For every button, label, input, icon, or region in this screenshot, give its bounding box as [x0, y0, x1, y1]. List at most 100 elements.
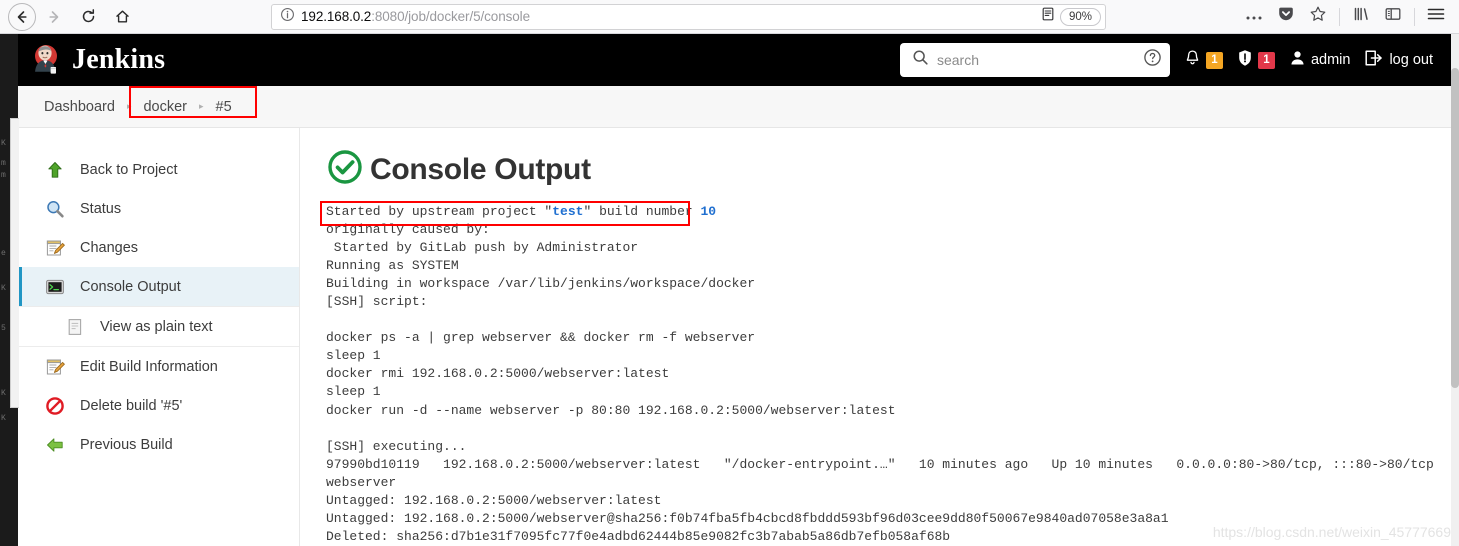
log-middle: " build number	[583, 204, 701, 219]
background-window-edge	[10, 118, 19, 408]
sidebar-item-label: Console Output	[80, 278, 181, 295]
url-text[interactable]: 192.168.0.2:8080/job/docker/5/console	[301, 9, 1034, 24]
browser-right-actions	[1239, 3, 1459, 31]
pocket-button[interactable]	[1271, 3, 1301, 31]
sidebar-item-edit-build-information[interactable]: Edit Build Information	[18, 347, 299, 386]
sidebar-item-previous-build[interactable]: Previous Build	[18, 425, 299, 464]
log-line: Started by GitLab push by Administrator	[326, 240, 639, 256]
log-line: docker ps -a | grep webserver && docker …	[326, 330, 756, 346]
notifications-button[interactable]: 1	[1184, 49, 1223, 72]
logout-label: log out	[1389, 52, 1433, 68]
ellipsis-menu-button[interactable]	[1239, 3, 1269, 31]
log-line: Building in workspace /var/lib/jenkins/w…	[326, 276, 756, 292]
url-path: :8080/job/docker/5/console	[371, 9, 530, 24]
log-prefix: Started by upstream project "	[326, 204, 553, 219]
hamburger-menu-icon	[1426, 6, 1446, 27]
breadcrumb-item-build[interactable]: #5	[216, 99, 232, 115]
bookmark-button[interactable]	[1303, 3, 1333, 31]
navigation-buttons	[0, 2, 138, 32]
sidebar-item-console-output[interactable]: Console Output	[18, 267, 299, 306]
home-button[interactable]	[106, 2, 138, 32]
sidebar: Back to Project Status Changes Console O…	[18, 128, 300, 546]
page-scrollbar-track[interactable]	[1451, 34, 1459, 546]
reload-icon	[80, 8, 97, 25]
logout-arrow-icon	[1364, 49, 1384, 72]
page-title: Console Output	[326, 148, 1451, 191]
log-line: Deleted: sha256:d7b1e31f7095fc77f0e4adbd…	[326, 528, 951, 544]
breadcrumb-separator-icon-2: ▸	[199, 101, 204, 111]
forward-button[interactable]	[38, 2, 70, 32]
log-line: sleep 1	[326, 384, 381, 400]
person-icon	[1289, 49, 1306, 72]
library-icon	[1352, 5, 1370, 28]
sidebar-toggle-icon	[1384, 5, 1402, 28]
search-icon	[912, 49, 929, 71]
jenkins-header: Jenkins search 1 1 admin log out	[18, 34, 1451, 86]
log-line: Untagged: 192.168.0.2:5000/webserver@sha…	[326, 510, 1169, 526]
log-line: [SSH] executing...	[326, 438, 467, 454]
console-output-log[interactable]: Started by upstream project "test" build…	[320, 201, 1451, 546]
document-icon	[64, 316, 86, 338]
page-scrollbar-thumb[interactable]	[1451, 68, 1459, 388]
sidebar-item-label: Changes	[80, 239, 139, 256]
breadcrumb-bar: Dashboard ▸ docker ▸ #5	[18, 85, 1451, 128]
upstream-project-link[interactable]: test	[552, 204, 583, 219]
sidebar-item-label: Edit Build Information	[80, 358, 218, 375]
reload-button[interactable]	[72, 2, 104, 32]
app-menu-button[interactable]	[1421, 3, 1451, 31]
sidebar-item-back-to-project[interactable]: Back to Project	[18, 150, 299, 189]
upstream-build-number-link[interactable]: 10	[701, 204, 717, 219]
delete-forbidden-icon	[44, 395, 66, 417]
breadcrumb-item-dashboard[interactable]: Dashboard	[44, 99, 115, 115]
log-line: Untagged: 192.168.0.2:5000/webserver:lat…	[326, 492, 662, 508]
zoom-level-button[interactable]: 90%	[1059, 7, 1101, 26]
urlbar-actions: 90%	[1040, 6, 1101, 27]
up-arrow-icon	[44, 159, 66, 181]
magnifier-icon	[44, 198, 66, 220]
library-button[interactable]	[1346, 3, 1376, 31]
home-icon	[114, 8, 131, 25]
breadcrumb-item-docker[interactable]: docker	[143, 99, 187, 115]
search-box[interactable]: search	[899, 43, 1170, 77]
page-body: Back to Project Status Changes Console O…	[18, 128, 1451, 546]
sidebar-toggle-button[interactable]	[1378, 3, 1408, 31]
urlbar-container: 192.168.0.2:8080/job/docker/5/console 90…	[138, 3, 1239, 30]
log-line: sleep 1	[326, 348, 381, 364]
pocket-icon	[1277, 5, 1295, 28]
breadcrumb: Dashboard ▸ docker ▸ #5	[18, 85, 257, 118]
back-button[interactable]	[8, 2, 36, 31]
page-info-icon[interactable]	[280, 7, 295, 27]
reader-view-icon[interactable]	[1040, 6, 1056, 27]
main-content: Console Output Started by upstream proje…	[301, 128, 1451, 546]
log-line-first: Started by upstream project "test" build…	[326, 204, 716, 219]
breadcrumb-separator-icon: ▸	[126, 101, 132, 111]
sidebar-item-status[interactable]: Status	[18, 189, 299, 228]
toolbar-divider	[1339, 7, 1340, 26]
logout-button[interactable]: log out	[1364, 49, 1433, 72]
notepad-pencil-icon	[44, 237, 66, 259]
user-name-label: admin	[1310, 52, 1351, 68]
sidebar-item-label: View as plain text	[100, 318, 213, 335]
jenkins-butler-logo	[30, 43, 62, 77]
search-input[interactable]: search	[937, 52, 1135, 68]
sidebar-item-label: Back to Project	[80, 161, 178, 178]
log-line: originally caused by:	[326, 222, 490, 238]
address-bar[interactable]: 192.168.0.2:8080/job/docker/5/console 90…	[271, 3, 1106, 30]
toolbar-divider-2	[1414, 7, 1415, 26]
page-title-text: Console Output	[370, 152, 591, 186]
log-line: [SSH] script:	[326, 294, 428, 310]
left-arrow-icon	[44, 434, 66, 456]
help-circle-icon[interactable]	[1143, 48, 1162, 72]
shield-warning-icon	[1237, 49, 1253, 72]
sidebar-item-delete-build[interactable]: Delete build '#5'	[18, 386, 299, 425]
security-badge: 1	[1257, 51, 1275, 69]
user-menu[interactable]: admin	[1289, 49, 1351, 72]
security-warnings-button[interactable]: 1	[1237, 49, 1275, 72]
jenkins-brand[interactable]: Jenkins	[18, 43, 165, 77]
header-actions: search 1 1 admin log out	[899, 43, 1451, 77]
log-line: docker rmi 192.168.0.2:5000/webserver:la…	[326, 366, 670, 382]
log-line: Running as SYSTEM	[326, 258, 459, 274]
sidebar-item-view-as-plain-text[interactable]: View as plain text	[18, 306, 299, 347]
star-icon	[1309, 5, 1327, 28]
sidebar-item-changes[interactable]: Changes	[18, 228, 299, 267]
